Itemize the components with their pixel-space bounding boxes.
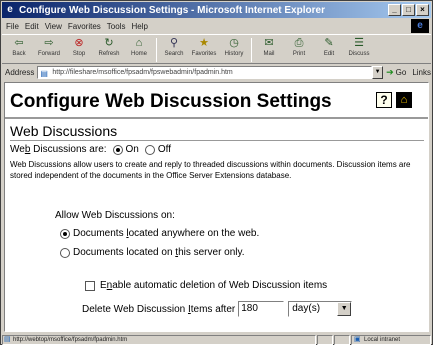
menu-file[interactable]: File <box>6 22 19 31</box>
autodelete-checkbox-row[interactable]: Enable automatic deletion of Web Discuss… <box>85 280 327 291</box>
ie-throbber-icon: e <box>411 19 429 33</box>
security-zone: ▣ Local intranet <box>351 334 431 345</box>
radio-on[interactable]: On <box>112 144 139 155</box>
edit-icon: ✎ <box>324 37 334 49</box>
print-icon: ⎙ <box>294 37 304 49</box>
window-controls: _ □ × <box>388 4 429 16</box>
time-unit-select[interactable]: day(s) ▼ <box>288 301 353 317</box>
delete-after-row: Delete Web Discussion Items after 180 da… <box>82 301 353 317</box>
menu-help[interactable]: Help <box>131 22 147 31</box>
radio-off-label: Off <box>157 144 172 155</box>
address-bar: Address ▤ http://fileshare/msoffice/fpsa… <box>2 65 431 80</box>
back-arrow-icon: ⇦ <box>14 37 24 49</box>
history-icon: ◷ <box>229 37 239 49</box>
delete-after-input[interactable]: 180 <box>238 301 285 317</box>
minimize-button[interactable]: _ <box>388 4 401 16</box>
forward-arrow-icon: ⇨ <box>44 37 54 49</box>
radio-anywhere-label: Documents located anywhere on the web. <box>73 228 260 239</box>
favorites-button[interactable]: ★ Favorites <box>190 36 218 63</box>
window-title: Configure Web Discussion Settings - Micr… <box>19 4 325 16</box>
address-dropdown-button[interactable]: ▼ <box>372 66 384 79</box>
menu-bar: File Edit View Favorites Tools Help e <box>2 19 431 33</box>
close-button[interactable]: × <box>416 4 429 16</box>
home-button[interactable]: ⌂ Home <box>125 36 153 63</box>
toolbar-separator <box>251 38 252 62</box>
go-button[interactable]: ➔ Go <box>386 67 406 78</box>
page-status-icon: ▤ <box>4 335 11 343</box>
page-title: Configure Web Discussion Settings <box>10 91 332 112</box>
radio-anywhere[interactable]: Documents located anywhere on the web. <box>60 228 259 239</box>
browser-window: e Configure Web Discussion Settings - Mi… <box>0 0 433 345</box>
radio-off-control[interactable] <box>144 144 155 155</box>
radio-anywhere-control[interactable] <box>60 228 70 239</box>
address-input[interactable]: ▤ http://fileshare/msoffice/fpsadm/fpswe… <box>37 66 373 79</box>
maximize-button[interactable]: □ <box>402 4 415 16</box>
title-bar: e Configure Web Discussion Settings - Mi… <box>2 2 431 18</box>
time-unit-value: day(s) <box>292 303 321 314</box>
chevron-down-icon[interactable]: ▼ <box>337 302 352 316</box>
radio-on-label: On <box>125 144 139 155</box>
web-discussions-label: Web Discussions are: <box>10 144 107 155</box>
autodelete-label: Enable automatic deletion of Web Discuss… <box>100 280 328 291</box>
mail-icon: ✉ <box>264 37 274 49</box>
home-icon: ⌂ <box>135 37 143 49</box>
intranet-zone-icon: ▣ <box>354 335 361 343</box>
internet-explorer-icon: e <box>7 4 13 15</box>
address-label: Address <box>5 68 35 77</box>
home-link-icon[interactable]: ⌂ <box>396 92 412 108</box>
delete-after-label: Delete Web Discussion Items after <box>82 303 236 315</box>
page-icon: ▤ <box>40 69 48 78</box>
back-button[interactable]: ⇦ Back <box>5 36 33 63</box>
radio-on-control[interactable] <box>112 144 123 155</box>
status-text: ▤ http://webtop/msoffice/fpsadm/fpadmin.… <box>2 334 316 345</box>
status-bar: ▤ http://webtop/msoffice/fpsadm/fpadmin.… <box>2 334 431 345</box>
autodelete-checkbox[interactable] <box>85 280 95 291</box>
radio-off[interactable]: Off <box>144 144 172 155</box>
radio-this-server[interactable]: Documents located on this server only. <box>60 247 245 258</box>
search-icon: ⚲ <box>169 37 179 49</box>
menu-tools[interactable]: Tools <box>107 22 126 31</box>
section-divider <box>10 140 424 141</box>
stop-icon: ⊗ <box>74 37 84 49</box>
refresh-button[interactable]: ↻ Refresh <box>95 36 123 63</box>
page-content: Configure Web Discussion Settings ? ⌂ We… <box>4 82 429 332</box>
status-pane <box>317 334 333 345</box>
discuss-icon: ☰ <box>354 37 364 49</box>
go-arrow-icon: ➔ <box>386 67 394 77</box>
address-value: http://fileshare/msoffice/fpsadm/fpsweba… <box>52 69 233 76</box>
page-header: Configure Web Discussion Settings ? ⌂ <box>5 83 428 119</box>
web-discussions-toggle-row: Web Discussions are: On Off <box>10 144 171 155</box>
status-pane <box>334 334 350 345</box>
toolbar-separator <box>156 38 157 62</box>
allow-label: Allow Web Discussions on: <box>55 210 175 221</box>
discuss-button[interactable]: ☰ Discuss <box>345 36 373 63</box>
radio-this-server-label: Documents located on this server only. <box>73 247 245 258</box>
menu-edit[interactable]: Edit <box>25 22 39 31</box>
refresh-icon: ↻ <box>104 37 114 49</box>
search-button[interactable]: ⚲ Search <box>160 36 188 63</box>
menu-view[interactable]: View <box>45 22 62 31</box>
links-button[interactable]: Links <box>412 68 431 77</box>
help-icon[interactable]: ? <box>376 92 392 108</box>
standard-toolbar: ⇦ Back ⇨ Forward ⊗ Stop ↻ Refresh ⌂ Home ⚲ Sea… <box>2 34 431 64</box>
radio-this-server-control[interactable] <box>60 247 70 258</box>
print-button[interactable]: ⎙ Print <box>285 36 313 63</box>
forward-button[interactable]: ⇨ Forward <box>35 36 63 63</box>
mail-button[interactable]: ✉ Mail <box>255 36 283 63</box>
history-button[interactable]: ◷ History <box>220 36 248 63</box>
go-label: Go <box>395 68 407 77</box>
edit-button[interactable]: ✎ Edit <box>315 36 343 63</box>
menu-favorites[interactable]: Favorites <box>68 22 101 31</box>
description-text: Web Discussions allow users to create an… <box>10 160 411 180</box>
stop-button[interactable]: ⊗ Stop <box>65 36 93 63</box>
section-title: Web Discussions <box>10 123 118 139</box>
favorites-icon: ★ <box>199 37 209 49</box>
